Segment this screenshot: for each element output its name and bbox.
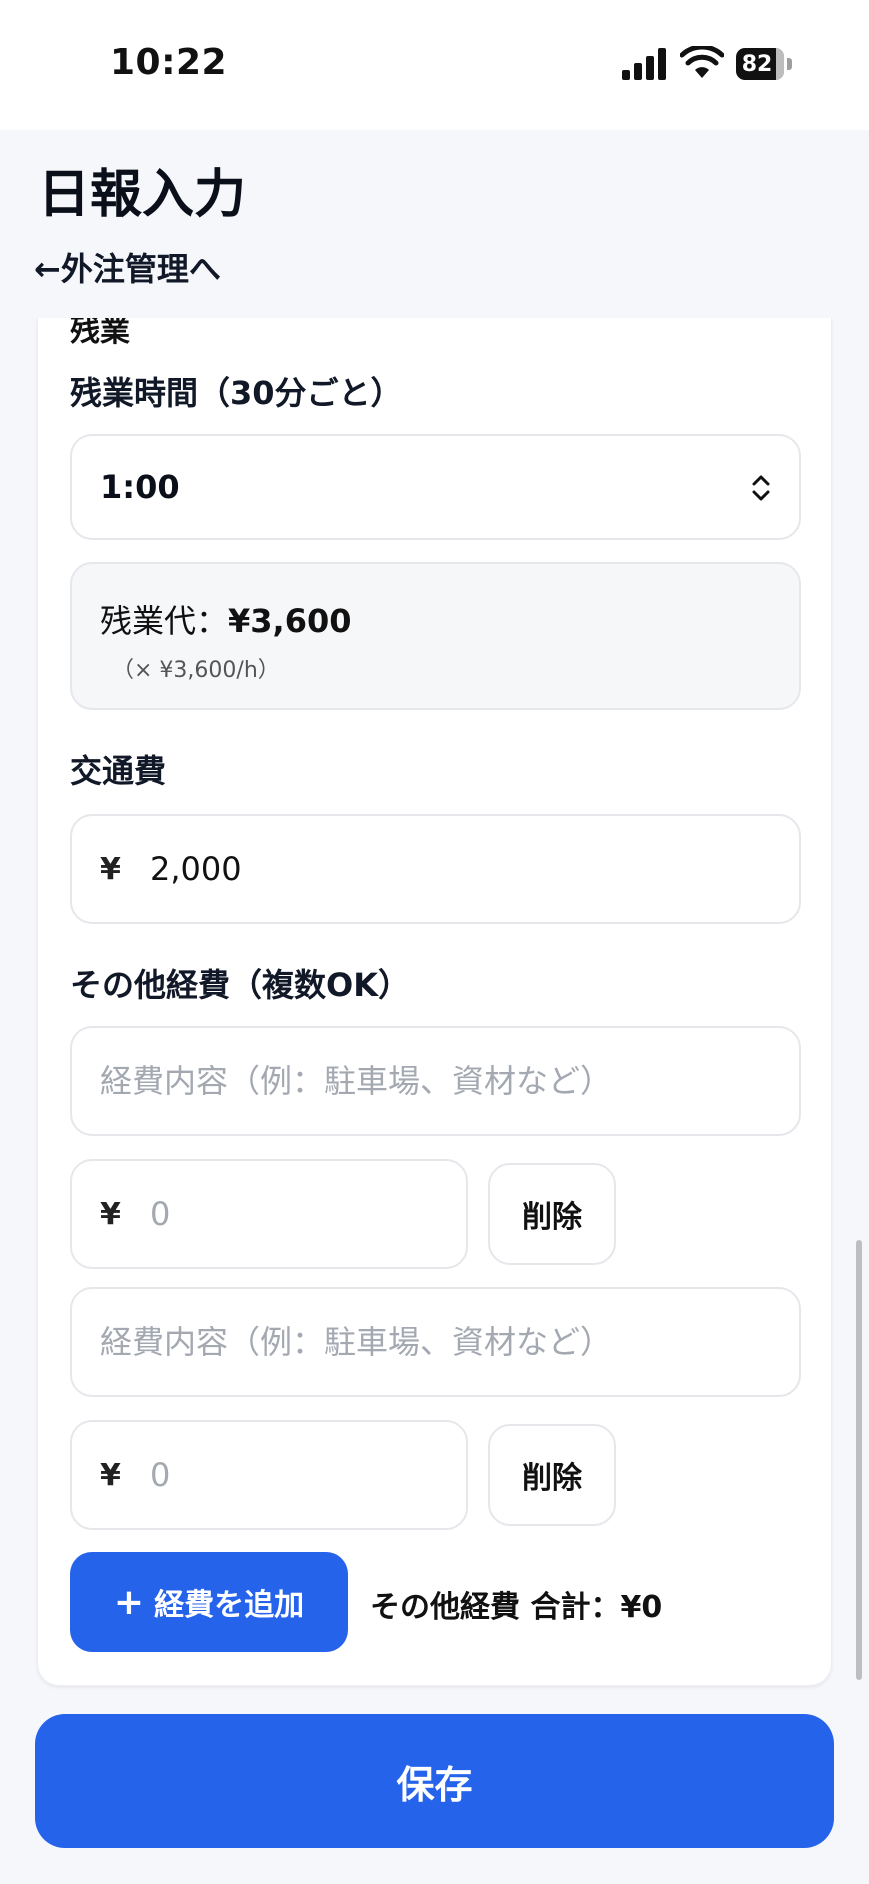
report-form-card: 残業 残業時間（30分ごと） 1:00 残業代：¥3,600 （× ¥3,600… xyxy=(37,318,832,1686)
overtime-rate-note: （× ¥3,600/h） xyxy=(112,658,280,683)
expense-description-field[interactable] xyxy=(70,1026,801,1136)
add-expense-button[interactable]: + 経費を追加 xyxy=(70,1552,348,1652)
overtime-hours-value: 1:00 xyxy=(100,468,180,506)
yen-symbol: ¥ xyxy=(100,1457,121,1493)
add-expense-label: 経費を追加 xyxy=(154,1588,305,1623)
expense-amount-input[interactable] xyxy=(150,1456,450,1494)
battery-indicator: 82 xyxy=(736,48,784,80)
status-time: 10:22 xyxy=(110,42,228,83)
expense-description-input[interactable] xyxy=(100,1062,770,1100)
plus-icon: + xyxy=(113,1581,145,1623)
wifi-icon xyxy=(680,46,724,78)
expense-amount-field[interactable]: ¥ xyxy=(70,1420,468,1530)
overtime-pay-label: 残業代： xyxy=(100,602,229,640)
expense-description-field[interactable] xyxy=(70,1287,801,1397)
expense-amount-input[interactable] xyxy=(150,1195,450,1233)
overtime-hours-label: 残業時間（30分ごと） xyxy=(70,374,403,412)
overtime-pay-summary: 残業代：¥3,600 （× ¥3,600/h） xyxy=(70,562,801,710)
scrollbar[interactable] xyxy=(856,1240,862,1680)
transport-amount-input[interactable] xyxy=(150,850,650,888)
overtime-pay-amount: ¥3,600 xyxy=(228,602,352,640)
delete-expense-button[interactable]: 削除 xyxy=(488,1424,616,1526)
overtime-pay-line: 残業代：¥3,600 xyxy=(100,596,352,642)
overtime-section-heading: 残業 xyxy=(70,318,130,349)
save-button[interactable]: 保存 xyxy=(35,1714,834,1848)
cellular-signal-icon xyxy=(622,48,666,80)
overtime-hours-select[interactable]: 1:00 xyxy=(70,434,801,540)
status-bar: 10:22 82 xyxy=(0,0,869,130)
expense-amount-field[interactable]: ¥ xyxy=(70,1159,468,1269)
battery-empty-portion xyxy=(776,48,784,80)
page-title: 日報入力 xyxy=(38,165,247,225)
expense-description-input[interactable] xyxy=(100,1323,770,1361)
chevron-up-down-icon xyxy=(752,475,770,501)
battery-tip xyxy=(787,58,792,70)
transport-amount-field[interactable]: ¥ xyxy=(70,814,801,924)
back-link[interactable]: ←外注管理へ xyxy=(34,244,221,290)
yen-symbol: ¥ xyxy=(100,851,121,887)
delete-expense-button[interactable]: 削除 xyxy=(488,1163,616,1265)
other-expenses-label: その他経費（複数OK） xyxy=(70,966,411,1004)
other-expenses-total: その他経費 合計：¥0 xyxy=(370,1590,663,1625)
yen-symbol: ¥ xyxy=(100,1196,121,1232)
battery-level: 82 xyxy=(741,51,773,77)
transport-label: 交通費 xyxy=(70,752,167,790)
